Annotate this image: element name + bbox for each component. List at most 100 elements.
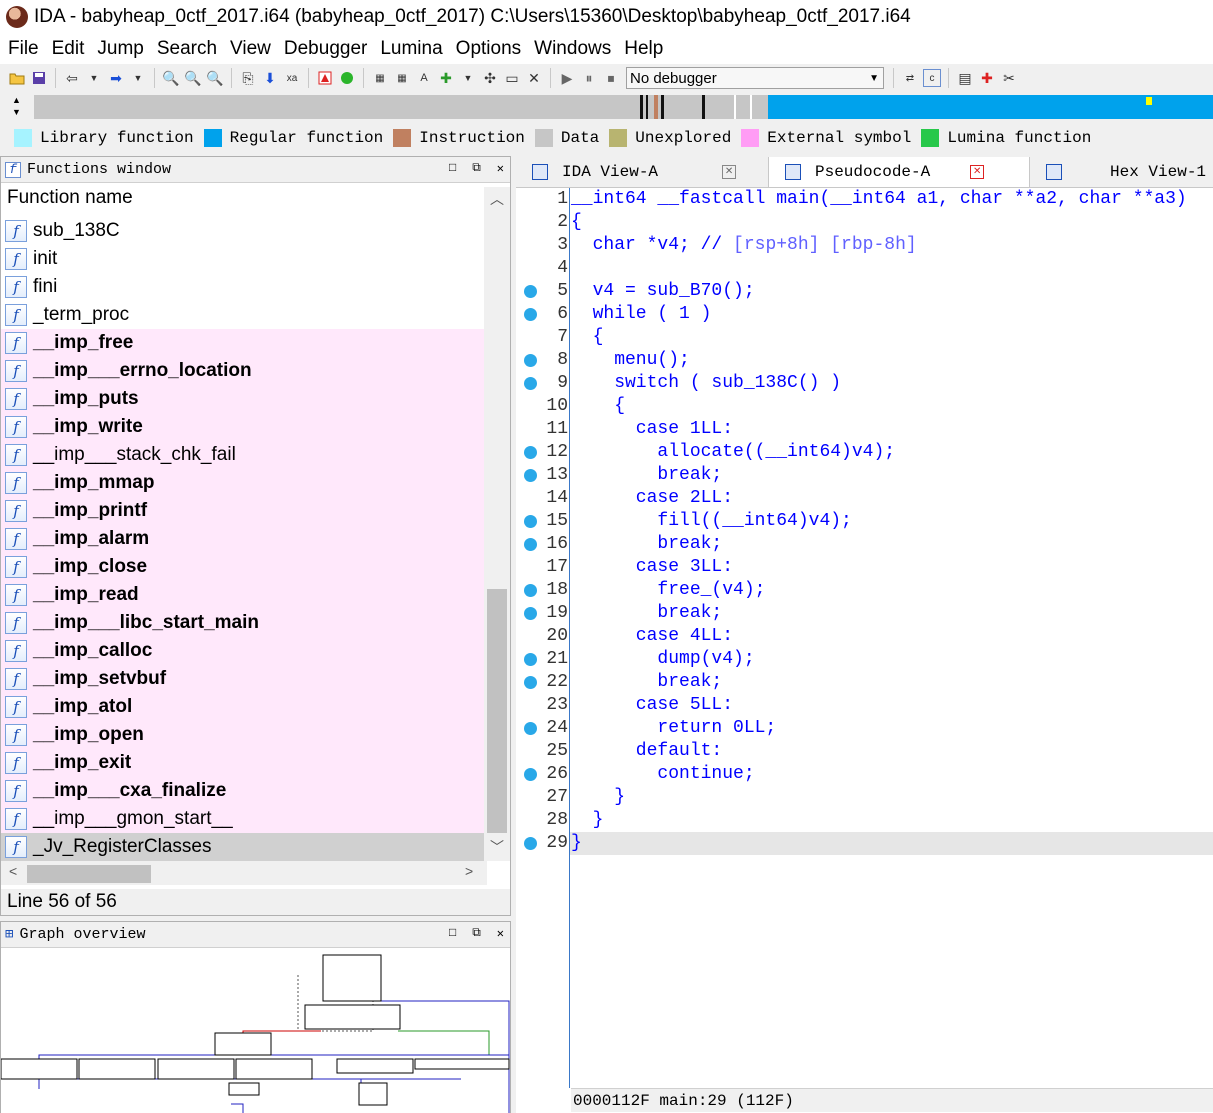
breakpoint-dot-icon[interactable] xyxy=(524,837,537,850)
text-search-icon[interactable]: 🔍 xyxy=(184,69,202,87)
function-row[interactable]: f __imp_exit xyxy=(1,749,485,777)
code-line[interactable]: case 5LL: xyxy=(570,694,1213,717)
function-row[interactable]: f __imp___errno_location xyxy=(1,357,485,385)
code-line[interactable]: case 1LL: xyxy=(570,418,1213,441)
code-line[interactable]: while ( 1 ) xyxy=(570,303,1213,326)
breakpoint-dot-icon[interactable] xyxy=(524,285,537,298)
function-row[interactable]: f __imp___cxa_finalize xyxy=(1,777,485,805)
breakpoint-dot-icon[interactable] xyxy=(524,607,537,620)
code-line[interactable]: break; xyxy=(570,671,1213,694)
horizontal-scrollbar[interactable]: < > xyxy=(1,861,487,885)
code-line[interactable]: } xyxy=(570,786,1213,809)
step-icon[interactable]: c xyxy=(923,69,941,87)
code-line[interactable]: free_(v4); xyxy=(570,579,1213,602)
function-row[interactable]: f sub_138C xyxy=(1,217,485,245)
pseudocode-view[interactable]: 1 2 3 4 5 6 7 8 9 10 11 12 13 14 15 16 17 18 19 20 21 22 23 24 2… xyxy=(516,187,1213,1113)
menu-view[interactable]: View xyxy=(230,38,271,60)
function-row[interactable]: f fini xyxy=(1,273,485,301)
maximize-icon[interactable]: □ xyxy=(449,161,456,176)
chevron-down-icon[interactable]: ﹀ xyxy=(484,837,510,857)
breakpoint-dot-icon[interactable] xyxy=(524,653,537,666)
function-row[interactable]: f __imp_atol xyxy=(1,693,485,721)
code-line[interactable]: char *v4; // [rsp+8h] [rbp-8h] xyxy=(570,234,1213,257)
breakpoint-dot-icon[interactable] xyxy=(524,584,537,597)
code-line[interactable]: } xyxy=(570,832,1213,855)
function-row[interactable]: f __imp_close xyxy=(1,553,485,581)
debugger-select[interactable]: No debugger ▼ xyxy=(626,67,884,89)
code-line[interactable]: break; xyxy=(570,533,1213,556)
green-light-icon[interactable] xyxy=(338,69,356,87)
breakpoint-dot-icon[interactable] xyxy=(524,446,537,459)
code-area[interactable]: __int64 __fastcall main(__int64 a1, char… xyxy=(569,188,1213,1088)
menu-windows[interactable]: Windows xyxy=(534,38,611,60)
chevron-down-icon[interactable]: ▼ xyxy=(129,69,147,87)
nav-strip[interactable] xyxy=(34,95,1213,119)
breakpoint-dot-icon[interactable] xyxy=(524,469,537,482)
forward-arrow-icon[interactable]: ➡ xyxy=(107,69,125,87)
code-line[interactable]: { xyxy=(570,211,1213,234)
menu-debugger[interactable]: Debugger xyxy=(284,38,367,60)
menu-help[interactable]: Help xyxy=(624,38,663,60)
function-row[interactable]: f __imp_setvbuf xyxy=(1,665,485,693)
chevron-left-icon[interactable]: < xyxy=(9,863,17,879)
code-line[interactable]: switch ( sub_138C() ) xyxy=(570,372,1213,395)
string-icon[interactable]: A xyxy=(415,69,433,87)
scrollbar-thumb[interactable] xyxy=(487,589,507,833)
code-line[interactable]: continue; xyxy=(570,763,1213,786)
back-arrow-icon[interactable]: ⇦ xyxy=(63,69,81,87)
code-line[interactable]: case 2LL: xyxy=(570,487,1213,510)
code-line[interactable]: fill((__int64)v4); xyxy=(570,510,1213,533)
close-x-icon[interactable]: ✕ xyxy=(525,69,543,87)
tab-ida-view-a[interactable]: IDA View-A ✕ xyxy=(516,157,768,187)
menu-file[interactable]: File xyxy=(8,38,39,60)
code-line[interactable]: v4 = sub_B70(); xyxy=(570,280,1213,303)
save-icon[interactable] xyxy=(30,69,48,87)
code-line[interactable]: { xyxy=(570,395,1213,418)
graph-overview-canvas[interactable] xyxy=(1,949,512,1113)
cut-icon[interactable]: ✂ xyxy=(1000,69,1018,87)
patch-icon[interactable]: ✚ xyxy=(437,69,455,87)
breakpoint-icon[interactable]: ✚ xyxy=(978,69,996,87)
code-line[interactable]: __int64 __fastcall main(__int64 a1, char… xyxy=(570,188,1213,211)
function-row[interactable]: f __imp_write xyxy=(1,413,485,441)
stop-debug-icon[interactable]: ⏹ xyxy=(602,69,620,87)
breakpoint-dot-icon[interactable] xyxy=(524,768,537,781)
function-row[interactable]: f __imp_read xyxy=(1,581,485,609)
binary-search-icon[interactable]: 🔍 xyxy=(162,69,180,87)
menu-search[interactable]: Search xyxy=(157,38,217,60)
function-name-column-header[interactable]: Function name xyxy=(1,183,510,213)
menu-jump[interactable]: Jump xyxy=(97,38,143,60)
chart-icon[interactable]: ▤ xyxy=(956,69,974,87)
code-line[interactable]: return 0LL; xyxy=(570,717,1213,740)
code-line[interactable]: menu(); xyxy=(570,349,1213,372)
chevron-right-icon[interactable]: > xyxy=(465,863,473,879)
code-line[interactable] xyxy=(570,257,1213,280)
code-line[interactable]: case 3LL: xyxy=(570,556,1213,579)
scrollbar-thumb[interactable] xyxy=(27,865,151,883)
breakpoint-dot-icon[interactable] xyxy=(524,676,537,689)
array-icon[interactable]: ✣ xyxy=(481,69,499,87)
chevron-down-icon[interactable]: ▼ xyxy=(85,69,103,87)
function-row[interactable]: f __imp___stack_chk_fail xyxy=(1,441,485,469)
code-line[interactable]: allocate((__int64)v4); xyxy=(570,441,1213,464)
code-line[interactable]: break; xyxy=(570,464,1213,487)
jump-icon[interactable]: ⎘ xyxy=(239,69,257,87)
sequence-search-icon[interactable]: 🔍 xyxy=(206,69,224,87)
code-line[interactable]: break; xyxy=(570,602,1213,625)
down-arrow-icon[interactable]: ⬇ xyxy=(261,69,279,87)
function-row[interactable]: f __imp_printf xyxy=(1,497,485,525)
function-row[interactable]: f __imp___libc_start_main xyxy=(1,609,485,637)
code-line[interactable]: } xyxy=(570,809,1213,832)
function-row[interactable]: f __imp_alarm xyxy=(1,525,485,553)
breakpoint-dot-icon[interactable] xyxy=(524,377,537,390)
function-row[interactable]: f _term_proc xyxy=(1,301,485,329)
breakpoint-dot-icon[interactable] xyxy=(524,538,537,551)
code-line[interactable]: default: xyxy=(570,740,1213,763)
function-row[interactable]: f _Jv_RegisterClasses xyxy=(1,833,485,861)
chevron-up-icon[interactable]: ︿ xyxy=(484,189,510,209)
function-row[interactable]: f init xyxy=(1,245,485,273)
menu-options[interactable]: Options xyxy=(456,38,521,60)
breakpoint-dot-icon[interactable] xyxy=(524,308,537,321)
function-row[interactable]: f __imp___gmon_start__ xyxy=(1,805,485,833)
float-icon[interactable]: ⧉ xyxy=(472,161,481,176)
